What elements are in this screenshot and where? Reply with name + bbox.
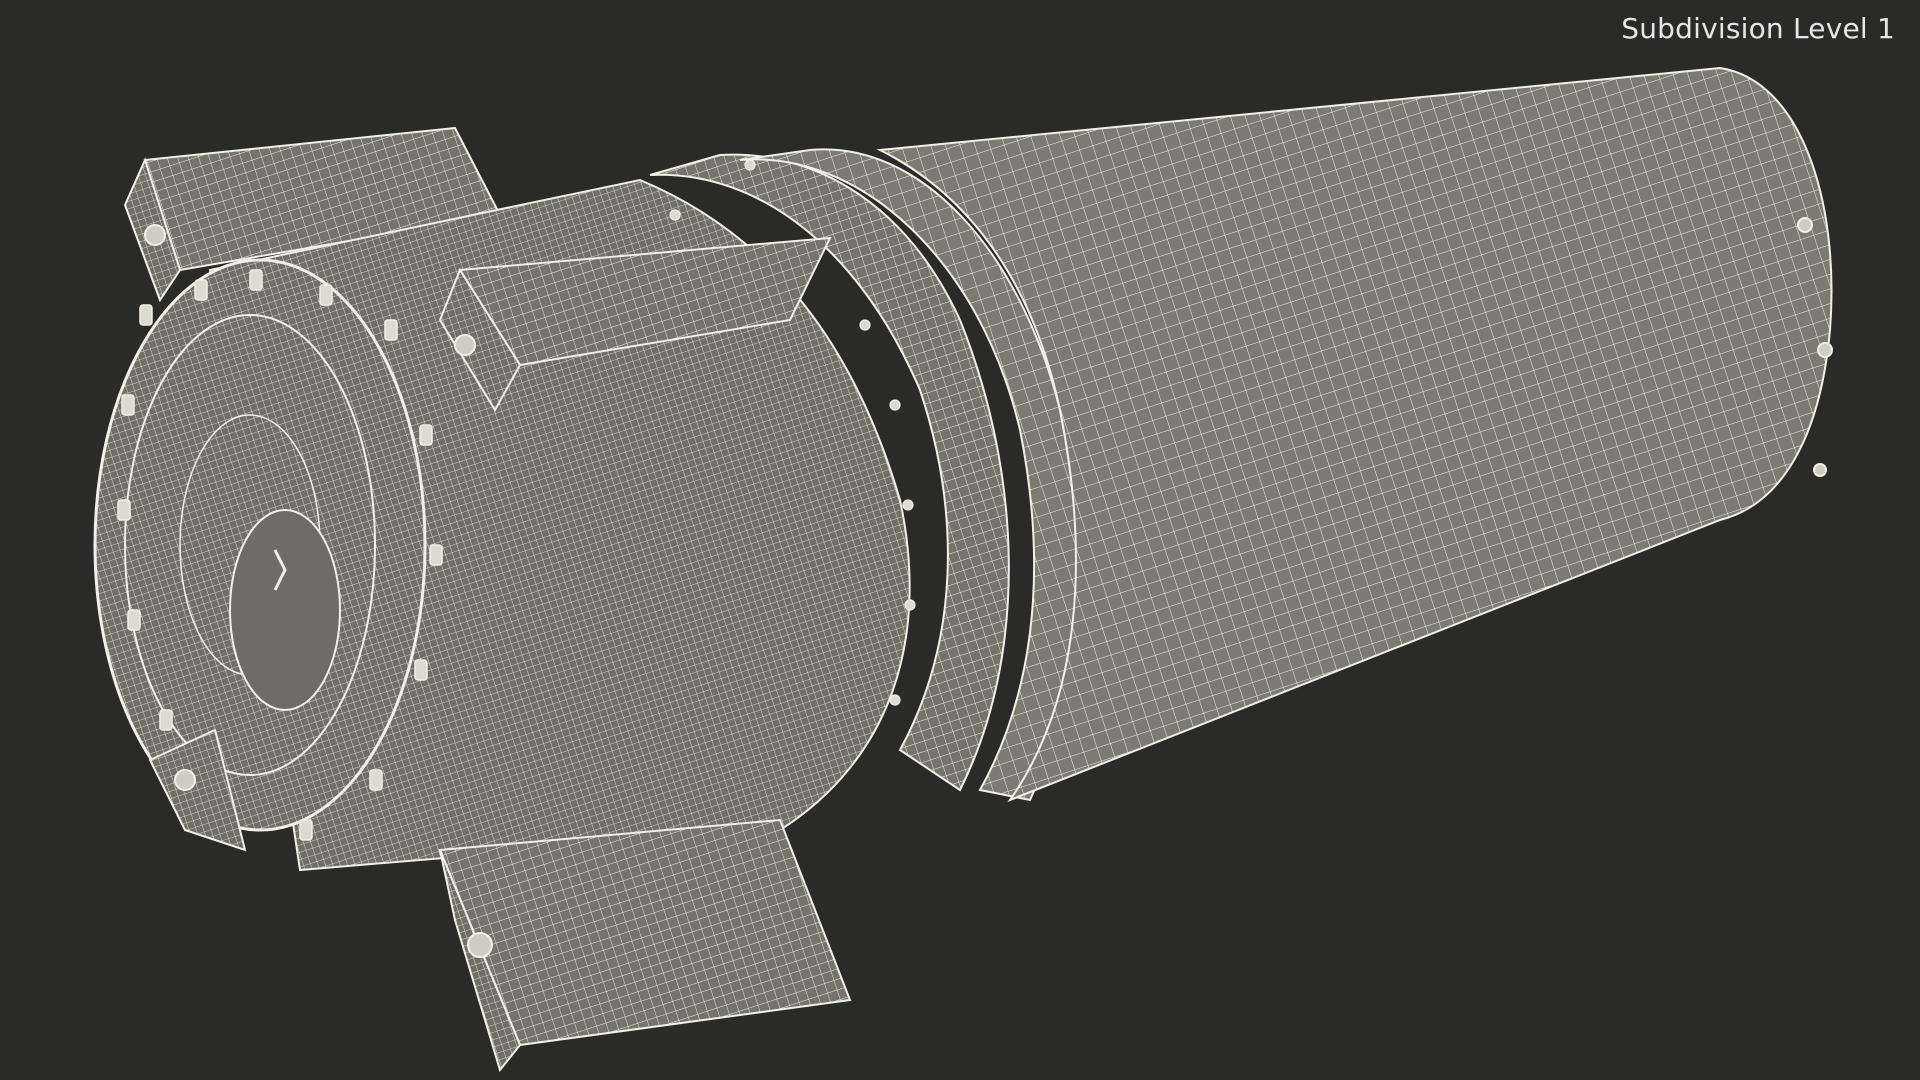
- tail-fin-bottom: [438, 818, 852, 1073]
- center-hub: [229, 509, 341, 711]
- 3d-viewport[interactable]: [0, 0, 1920, 1080]
